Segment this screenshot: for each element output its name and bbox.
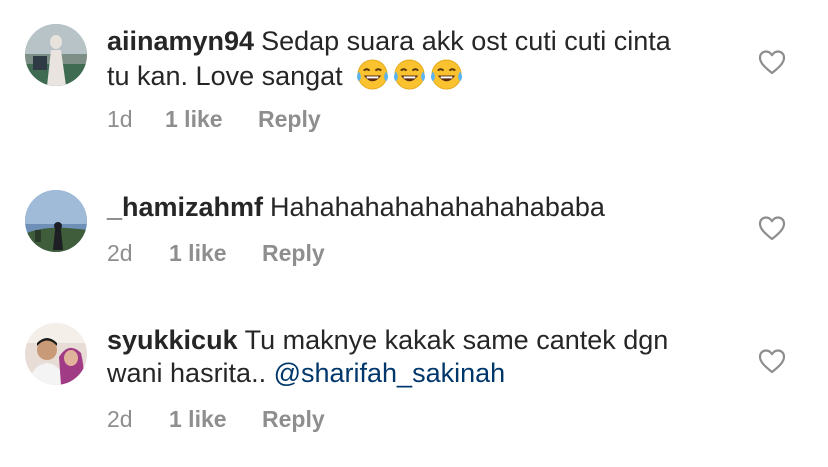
comment-likes[interactable]: 1 like [169, 406, 262, 433]
comment-meta: 2d 1 like Reply [107, 406, 325, 433]
comment-username[interactable]: _hamizahmf [107, 192, 263, 222]
face-with-tears-of-joy-icon [356, 58, 389, 91]
comment-likes[interactable]: 1 like [169, 240, 262, 267]
heart-outline-icon[interactable] [758, 49, 786, 75]
comment-body-line2: wani hasrita.. [107, 358, 267, 388]
reply-button[interactable]: Reply [262, 406, 325, 433]
comment-meta: 1d 1 like Reply [107, 106, 321, 133]
comment-timestamp: 2d [107, 406, 133, 432]
comment-body-line2: tu kan. Love sangat [107, 61, 343, 91]
heart-outline-icon[interactable] [758, 348, 786, 374]
heart-outline-icon[interactable] [758, 215, 786, 241]
comment-text: aiinamyn94 Sedap suara akk ost cuti cuti … [107, 25, 727, 93]
comment-timestamp: 2d [107, 240, 133, 266]
comment-body-line1: Hahahahahahahahahababa [270, 192, 605, 222]
reply-button[interactable]: Reply [262, 240, 325, 267]
comment-body-line1: Tu maknye kakak same cantek dgn [244, 325, 669, 355]
comment-timestamp: 1d [107, 106, 133, 132]
comment-text: _hamizahmf Hahahahahahahahahababa [107, 191, 727, 224]
comment-body-line1: Sedap suara akk ost cuti cuti cinta [261, 26, 671, 56]
mention-link[interactable]: @sharifah_sakinah [274, 358, 506, 388]
avatar[interactable] [25, 190, 87, 252]
comment-likes[interactable]: 1 like [165, 106, 258, 133]
reply-button[interactable]: Reply [258, 106, 321, 133]
comment-username[interactable]: syukkicuk [107, 325, 238, 355]
comment-text: syukkicuk Tu maknye kakak same cantek dgn… [107, 324, 727, 390]
comment-meta: 2d 1 like Reply [107, 240, 325, 267]
comment-username[interactable]: aiinamyn94 [107, 26, 254, 56]
face-with-tears-of-joy-icon [430, 58, 463, 91]
avatar[interactable] [25, 24, 87, 86]
face-with-tears-of-joy-icon [393, 58, 426, 91]
avatar[interactable] [25, 323, 87, 385]
